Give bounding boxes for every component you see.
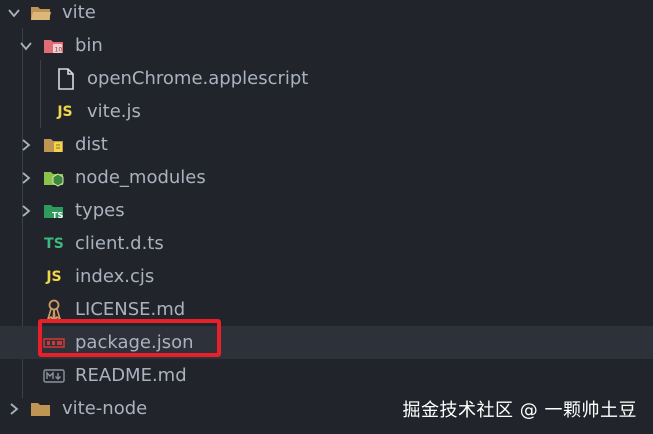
- tree-item-types[interactable]: TS types: [0, 194, 653, 227]
- highlight-box: [38, 319, 221, 357]
- watermark: 掘金技术社区 @ 一颗帅土豆: [402, 400, 637, 421]
- node-modules-folder-icon: [43, 167, 65, 189]
- tree-item-label: README.md: [75, 364, 187, 386]
- types-badge: TS: [52, 211, 63, 220]
- tree-item-label: bin: [75, 34, 103, 56]
- markdown-icon: [43, 365, 65, 387]
- tree-item-node-modules[interactable]: node_modules: [0, 161, 653, 194]
- chevron-right-icon[interactable]: [4, 399, 24, 419]
- tree-item-openchrome-applescript[interactable]: openChrome.applescript: [0, 62, 653, 95]
- folder-open-icon: [30, 2, 52, 24]
- tree-item-label: vite-node: [62, 397, 148, 419]
- tree-item-label: index.cjs: [75, 265, 155, 287]
- file-icon: [55, 67, 77, 90]
- bin-folder-icon: 10: [43, 35, 65, 57]
- tree-item-readme-md[interactable]: README.md: [0, 359, 653, 392]
- chevron-right-icon[interactable]: [16, 201, 36, 221]
- tree-item-label: vite.js: [87, 100, 141, 122]
- tree-item-label: client.d.ts: [75, 232, 164, 254]
- js-file-icon: JS: [46, 268, 62, 285]
- tree-item-label: dist: [75, 133, 108, 155]
- chevron-down-icon[interactable]: [16, 36, 36, 56]
- tree-item-label: LICENSE.md: [75, 298, 186, 320]
- folder-icon: [30, 398, 52, 420]
- types-folder-icon: TS: [43, 200, 65, 222]
- tree-item-client-d-ts[interactable]: TS client.d.ts: [0, 227, 653, 260]
- tree-item-vite[interactable]: vite: [0, 0, 653, 29]
- license-icon: [43, 299, 65, 321]
- svg-text:10: 10: [55, 46, 63, 53]
- ts-file-icon: TS: [44, 235, 64, 252]
- tree-item-index-cjs[interactable]: JS index.cjs: [0, 260, 653, 293]
- chevron-down-icon[interactable]: [4, 3, 24, 23]
- tree-item-label: types: [75, 199, 125, 221]
- js-file-icon: JS: [57, 103, 73, 120]
- tree-item-label: openChrome.applescript: [87, 67, 309, 89]
- tree-item-vite-js[interactable]: JS vite.js: [0, 95, 653, 128]
- tree-item-label: vite: [62, 1, 96, 23]
- chevron-right-icon[interactable]: [16, 135, 36, 155]
- tree-item-dist[interactable]: dist: [0, 128, 653, 161]
- chevron-right-icon[interactable]: [16, 168, 36, 188]
- file-explorer-tree: vite 10 bin openChrome.applescript JS vi…: [0, 0, 653, 434]
- dist-folder-icon: [43, 134, 65, 156]
- tree-item-bin[interactable]: 10 bin: [0, 29, 653, 62]
- tree-item-label: node_modules: [75, 166, 206, 188]
